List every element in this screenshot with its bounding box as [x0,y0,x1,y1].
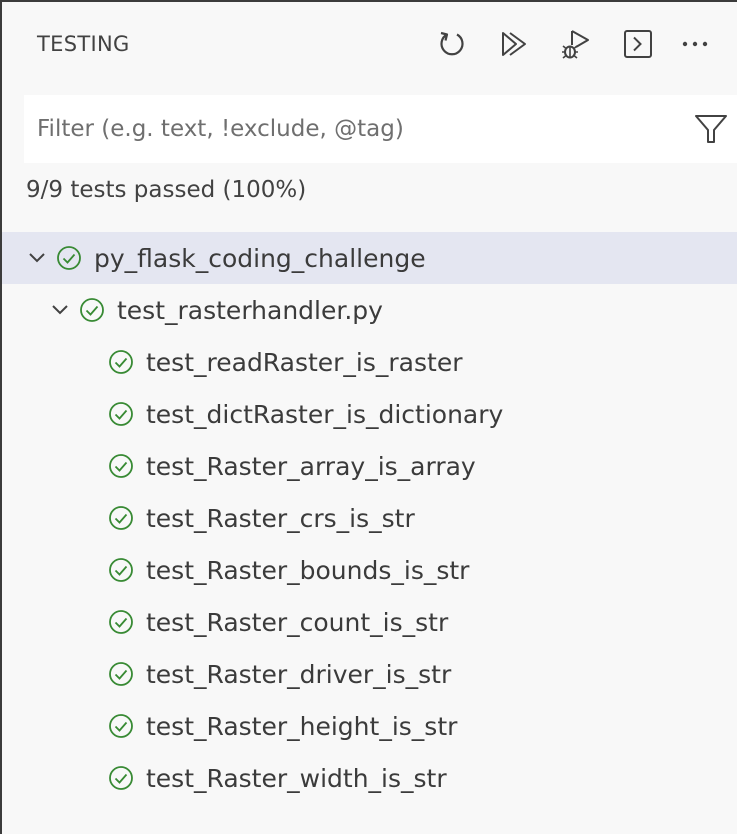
tree-item-test[interactable]: test_Raster_array_is_array [2,440,737,492]
test-tree: py_flask_coding_challenge test_rasterhan… [2,232,737,804]
tree-item-label: test_rasterhandler.py [117,295,383,325]
tree-item-test[interactable]: test_Raster_height_is_str [2,700,737,752]
tree-item-label: py_flask_coding_challenge [94,243,426,273]
passed-icon [108,505,134,531]
debug-icon [562,30,589,59]
tree-item-test[interactable]: test_readRaster_is_raster [2,336,737,388]
tree-item-label: test_Raster_array_is_array [146,451,476,481]
passed-icon [108,349,134,375]
tree-item-label: test_Raster_bounds_is_str [146,555,470,585]
show-output-button[interactable] [616,22,660,66]
passed-icon [108,401,134,427]
passed-icon [108,557,134,583]
refresh-icon [440,31,464,56]
chevron-down-icon[interactable] [24,245,50,271]
run-tests-button[interactable] [492,22,536,66]
panel-toolbar [430,22,712,66]
testing-panel: TESTING Filter (e.g. text, !exclude, @ta… [0,0,737,834]
tree-item-label: test_Raster_height_is_str [146,711,458,741]
tree-item-label: test_dictRaster_is_dictionary [146,399,504,429]
passed-icon [108,453,134,479]
test-summary: 9/9 tests passed (100%) [26,177,307,203]
passed-icon [108,713,134,739]
passed-icon [56,245,82,271]
tree-item-test[interactable]: test_dictRaster_is_dictionary [2,388,737,440]
more-actions-button[interactable] [678,22,712,66]
tree-item-label: test_Raster_width_is_str [146,763,447,793]
debug-tests-button[interactable] [554,22,598,66]
tree-item-label: test_Raster_count_is_str [146,607,449,637]
tree-item-test[interactable]: test_Raster_count_is_str [2,596,737,648]
filter-input[interactable] [24,95,664,163]
tree-item-test[interactable]: test_Raster_bounds_is_str [2,544,737,596]
chevron-down-icon[interactable] [47,297,73,323]
passed-icon [108,765,134,791]
passed-icon [108,609,134,635]
refresh-tests-button[interactable] [430,22,474,66]
panel-title: TESTING [37,32,130,56]
tree-item-file[interactable]: test_rasterhandler.py [2,284,737,336]
filter-icon[interactable] [693,111,729,147]
tree-item-test[interactable]: test_Raster_width_is_str [2,752,737,804]
filter-box [24,95,737,163]
tree-item-root[interactable]: py_flask_coding_challenge [2,232,737,284]
tree-item-label: test_readRaster_is_raster [146,347,463,377]
terminal-icon [624,30,652,58]
tree-item-test[interactable]: test_Raster_driver_is_str [2,648,737,700]
run-all-icon [502,32,526,56]
tree-item-label: test_Raster_crs_is_str [146,503,415,533]
passed-icon [108,661,134,687]
tree-item-test[interactable]: test_Raster_crs_is_str [2,492,737,544]
panel-header: TESTING [2,2,737,90]
more-icon [682,41,708,47]
tree-item-label: test_Raster_driver_is_str [146,659,452,689]
passed-icon [79,297,105,323]
